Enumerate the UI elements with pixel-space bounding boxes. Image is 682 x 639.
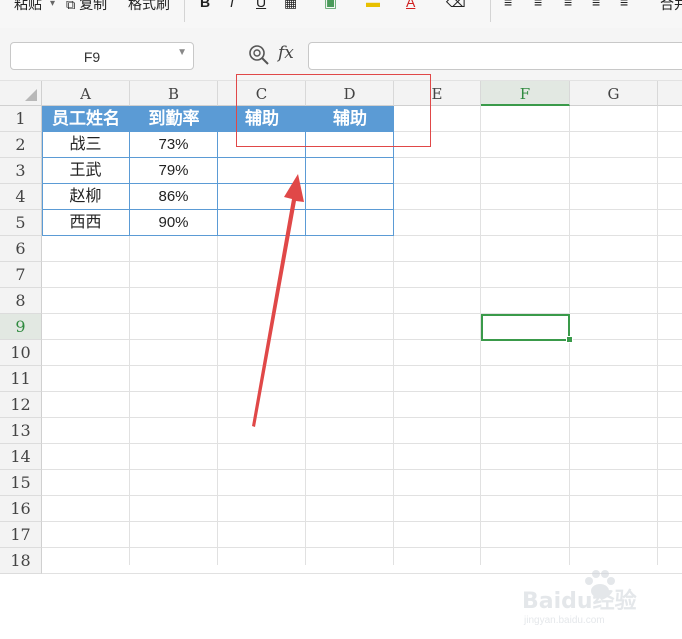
table-cell[interactable] <box>218 210 306 236</box>
font-color-button[interactable]: A <box>406 0 415 10</box>
bold-button[interactable]: B <box>200 0 210 10</box>
toolbar-divider <box>490 0 491 22</box>
select-all-corner[interactable] <box>0 81 42 106</box>
row-header-9[interactable]: 9 <box>0 314 42 340</box>
table-cell[interactable] <box>218 184 306 210</box>
watermark-brand: Baidu经验 <box>522 589 637 614</box>
row-header-4[interactable]: 4 <box>0 184 42 210</box>
row-header-17[interactable]: 17 <box>0 522 42 548</box>
justify-icon[interactable]: ≡ <box>592 0 600 10</box>
column-header-g[interactable]: G <box>570 81 658 106</box>
row-header-13[interactable]: 13 <box>0 418 42 444</box>
table-cell[interactable] <box>218 158 306 184</box>
distribute-icon[interactable]: ≡ <box>620 0 628 10</box>
column-header-f[interactable]: F <box>481 81 570 106</box>
row-header-1[interactable]: 1 <box>0 106 42 132</box>
grid-hline <box>42 443 682 444</box>
table-cell[interactable]: 86% <box>130 184 218 210</box>
chevron-down-icon[interactable]: ▼ <box>177 47 187 58</box>
chevron-down-icon[interactable]: ▾ <box>50 0 55 9</box>
table-cell[interactable]: 90% <box>130 210 218 236</box>
table-header-cell[interactable]: 到勤率 <box>130 106 218 132</box>
grid-vline <box>657 106 658 565</box>
table-cell[interactable]: 79% <box>130 158 218 184</box>
row-header-7[interactable]: 7 <box>0 262 42 288</box>
border-icon[interactable]: ▦ <box>284 0 297 11</box>
watermark: Baidu经验 jingyan.baidu.com <box>520 569 680 639</box>
italic-button[interactable]: I <box>230 0 234 10</box>
underline-button[interactable]: U <box>256 0 266 10</box>
grid-hline <box>42 521 682 522</box>
grid-hline <box>42 495 682 496</box>
insert-function-button[interactable]: fx <box>278 43 294 63</box>
format-painter-button[interactable]: 格式刷 <box>128 0 170 14</box>
row-header-16[interactable]: 16 <box>0 496 42 522</box>
table-cell[interactable] <box>306 158 394 184</box>
formula-input[interactable] <box>308 42 682 70</box>
table-cell[interactable]: 73% <box>130 132 218 158</box>
grid-hline <box>42 365 682 366</box>
fill-handle[interactable] <box>566 336 573 343</box>
toolbar-divider <box>184 0 185 22</box>
table-cell[interactable] <box>306 210 394 236</box>
active-cell[interactable] <box>481 314 570 341</box>
ribbon-toolbar: 粘贴 ▾ ⧉ 复制 格式刷 B I U ▦ ▣ ▬ A ⌫ ≡ ≡ ≡ ≡ ≡ … <box>0 0 682 28</box>
align-right-icon[interactable]: ≡ <box>564 0 572 10</box>
paste-button[interactable]: 粘贴 <box>14 0 42 14</box>
row-header-12[interactable]: 12 <box>0 392 42 418</box>
fill-color-icon[interactable]: ▣ <box>324 0 337 11</box>
row-header-6[interactable]: 6 <box>0 236 42 262</box>
copy-label: 复制 <box>79 0 108 12</box>
copy-icon: ⧉ <box>66 0 76 12</box>
annotation-highlight-box <box>236 74 431 147</box>
row-header-10[interactable]: 10 <box>0 340 42 366</box>
copy-button[interactable]: ⧉ 复制 <box>66 0 107 14</box>
table-cell[interactable] <box>306 184 394 210</box>
grid-hline <box>42 547 682 548</box>
row-header-11[interactable]: 11 <box>0 366 42 392</box>
grid-hline <box>42 287 682 288</box>
table-cell[interactable]: 赵柳 <box>42 184 130 210</box>
select-all-icon <box>25 89 37 101</box>
column-header-a[interactable]: A <box>42 81 130 106</box>
column-header-b[interactable]: B <box>130 81 218 106</box>
highlight-icon[interactable]: ▬ <box>366 0 380 10</box>
grid-hline <box>42 417 682 418</box>
row-header-14[interactable]: 14 <box>0 444 42 470</box>
zoom-search-icon[interactable] <box>248 44 270 66</box>
name-box[interactable]: F9 ▼ <box>10 42 194 70</box>
row-header-3[interactable]: 3 <box>0 158 42 184</box>
grid-hline <box>42 339 682 340</box>
worksheet-grid[interactable]: ABCDEFG 1 2 3 4 5 6 7 8 9 10 11 12 13 14 15 16 17 18 员工姓名… <box>0 74 682 626</box>
row-header-15[interactable]: 15 <box>0 470 42 496</box>
eraser-icon[interactable]: ⌫ <box>446 0 466 11</box>
grid-hline <box>42 313 682 314</box>
grid-hline <box>42 469 682 470</box>
table-cell[interactable]: 西西 <box>42 210 130 236</box>
column-header-overflow[interactable] <box>658 81 682 106</box>
grid-hline <box>42 391 682 392</box>
name-box-value: F9 <box>83 49 101 65</box>
row-header-8[interactable]: 8 <box>0 288 42 314</box>
table-cell[interactable]: 王武 <box>42 158 130 184</box>
table-cell[interactable]: 战三 <box>42 132 130 158</box>
watermark-url: jingyan.baidu.com <box>524 615 605 626</box>
row-header-18[interactable]: 18 <box>0 548 42 574</box>
merge-button[interactable]: 合并 <box>660 0 682 14</box>
grid-hline <box>42 261 682 262</box>
row-header-5[interactable]: 5 <box>0 210 42 236</box>
align-center-icon[interactable]: ≡ <box>534 0 542 10</box>
table-header-cell[interactable]: 员工姓名 <box>42 106 130 132</box>
align-left-icon[interactable]: ≡ <box>504 0 512 10</box>
row-header-2[interactable]: 2 <box>0 132 42 158</box>
